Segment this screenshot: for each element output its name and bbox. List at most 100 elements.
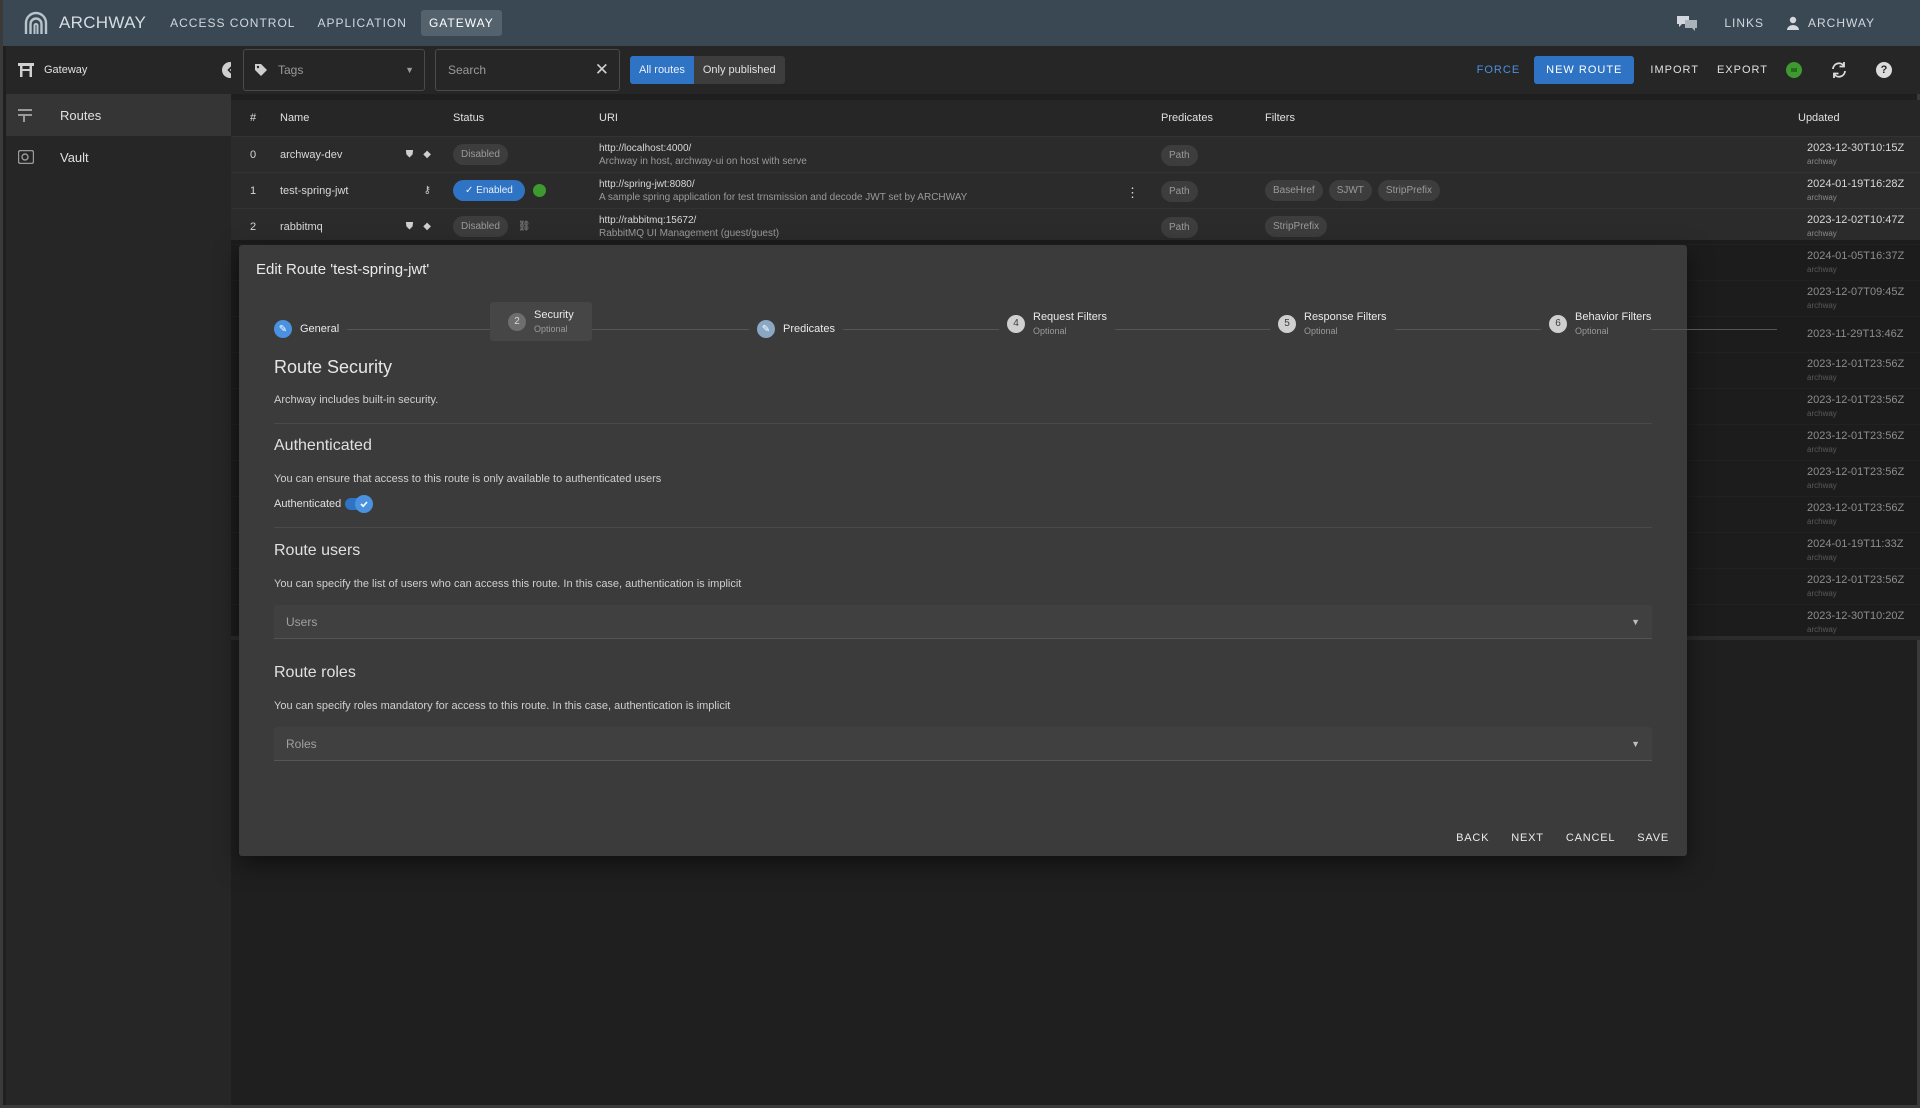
roles-placeholder: Roles [286,736,317,751]
row-status-cell: ✓ Enabled [445,180,591,201]
clear-icon[interactable]: ✕ [595,60,609,80]
row-flags: ⚷ [424,185,431,196]
row-uri-cell: http://spring-jwt:8080/ A sample spring … [591,179,1153,203]
tags-placeholder: Tags [278,63,304,77]
step-number: 5 [1278,314,1296,333]
status-badge[interactable]: Disabled [453,216,508,237]
col-header-status[interactable]: Status [445,112,591,124]
row-number: 0 [250,148,257,161]
pencil-icon: ✎ [757,320,775,338]
step-text: Request Filters Optional [1033,311,1107,336]
back-button[interactable]: BACK [1456,832,1489,844]
roles-select[interactable]: Roles ▼ [274,727,1652,761]
table-header: # Name Status URI Predicates Filters Upd… [231,100,1920,136]
route-security-heading: Route Security [274,357,393,377]
row-predicates-cell: Path [1153,144,1257,166]
route-uri[interactable]: http://localhost:4000/ [599,143,1153,154]
table-row[interactable]: 0 archway-dev ⛊ ◆ Disabled http://localh… [231,136,1920,172]
step-sub: Optional [1575,326,1609,336]
gateway-status-icon[interactable] [1786,62,1802,78]
col-header-num[interactable]: # [231,112,265,124]
col-header-name[interactable]: Name [265,112,445,124]
updated-cell: 2024-01-19T16:28Z archway [1795,172,1920,208]
row-flags: ⛊ ◆ [406,221,431,232]
tags-select[interactable]: Tags ▼ [243,49,425,91]
next-button[interactable]: NEXT [1511,832,1544,844]
sidebar-item-label: Routes [60,107,102,123]
app-logo[interactable]: ARCHWAY [23,10,146,36]
status-badge[interactable]: ✓ Enabled [453,180,525,201]
route-uri[interactable]: http://rabbitmq:15672/ [599,215,1153,226]
table-row[interactable]: 2 rabbitmq ⛊ ◆ Disabled ⛓ http://rabbitm… [231,208,1920,244]
key-icon: ⚷ [423,185,431,196]
users-select[interactable]: Users ▼ [274,605,1652,639]
step-number: 2 [508,312,526,331]
new-route-button[interactable]: NEW ROUTE [1534,56,1635,84]
sidebar-item-vault[interactable]: Vault [6,136,231,178]
sidebar-header: Gateway [6,46,231,94]
only-published-button[interactable]: Only published [693,56,785,84]
top-right-actions: LINKS ARCHWAY [1676,14,1875,32]
force-button[interactable]: FORCE [1477,64,1521,76]
updated-date: 2023-12-30T10:15Z [1807,142,1905,154]
cancel-button[interactable]: CANCEL [1566,832,1615,844]
export-button[interactable]: EXPORT [1717,64,1768,76]
route-name: test-spring-jwt [280,184,349,197]
links-menu[interactable]: LINKS [1724,16,1764,30]
step-request-filters[interactable]: 4 Request Filters Optional [999,311,1115,336]
step-behavior-filters[interactable]: 6 Behavior Filters Optional [1541,311,1652,336]
pencil-icon: ✎ [274,320,292,338]
step-text: Behavior Filters Optional [1575,311,1651,336]
row-predicates-cell: Path [1153,216,1257,238]
step-response-filters[interactable]: 5 Response Filters Optional [1270,311,1395,336]
sidebar: Gateway Routes Vault [6,46,238,1105]
route-uri[interactable]: http://spring-jwt:8080/ [599,179,1153,190]
row-name-cell: rabbitmq ⛊ ◆ [265,221,445,233]
predicate-chip: Path [1161,144,1198,166]
route-description: Archway in host, archway-ui on host with… [599,155,807,167]
nav-access-control[interactable]: ACCESS CONTROL [162,10,303,36]
sidebar-item-label: Vault [60,149,89,165]
col-header-predicates[interactable]: Predicates [1153,112,1257,124]
step-predicates[interactable]: ✎ Predicates [749,320,843,338]
search-input[interactable]: Search ✕ [435,49,620,91]
updated-cell: 2023-12-30T10:15Z archway [1795,136,1920,172]
authenticated-switch[interactable] [345,495,374,513]
filter-chip: StripPrefix [1377,180,1441,201]
predicate-chip: Path [1161,216,1198,238]
all-routes-button[interactable]: All routes [630,56,694,84]
tag-icon [255,64,267,76]
link-icon: ⛓ [517,221,531,232]
updated-user: archway [1807,229,1837,238]
dialog-actions: BACK NEXT CANCEL SAVE [1456,832,1669,844]
import-button[interactable]: IMPORT [1650,64,1699,76]
check-icon [355,495,374,513]
sidebar-item-routes[interactable]: Routes [6,94,231,136]
users-placeholder: Users [286,614,318,629]
step-sub: Optional [534,324,568,334]
top-nav: ACCESS CONTROL APPLICATION GATEWAY [162,10,508,36]
col-header-filters[interactable]: Filters [1257,112,1784,124]
authenticated-heading: Authenticated [274,437,372,454]
nav-gateway[interactable]: GATEWAY [420,10,502,36]
step-number: 4 [1007,314,1025,333]
help-icon[interactable]: ? [1876,62,1892,78]
step-security[interactable]: 2 Security Optional [490,302,592,341]
col-header-updated[interactable]: Updated [1784,112,1914,124]
save-button[interactable]: SAVE [1637,832,1669,844]
chat-icon[interactable] [1676,14,1698,32]
nav-application[interactable]: APPLICATION [309,10,414,36]
user-menu[interactable]: ARCHWAY [1786,16,1875,30]
step-general[interactable]: ✎ General [274,320,348,338]
status-badge[interactable]: Disabled [453,144,508,165]
more-vert-icon[interactable]: ⋮ [1126,185,1139,201]
row-predicates-cell: Path [1153,180,1257,202]
refresh-icon[interactable] [1830,61,1848,79]
table-row[interactable]: 1 test-spring-jwt ⚷ ✓ Enabled http://spr… [231,172,1920,208]
step-sub: Optional [1304,326,1338,336]
col-header-uri[interactable]: URI [591,112,1153,124]
route-roles-heading: Route roles [274,664,356,681]
route-users-text: You can specify the list of users who ca… [274,578,742,590]
step-label: General [300,323,340,335]
route-description: RabbitMQ UI Management (guest/guest) [599,227,780,239]
